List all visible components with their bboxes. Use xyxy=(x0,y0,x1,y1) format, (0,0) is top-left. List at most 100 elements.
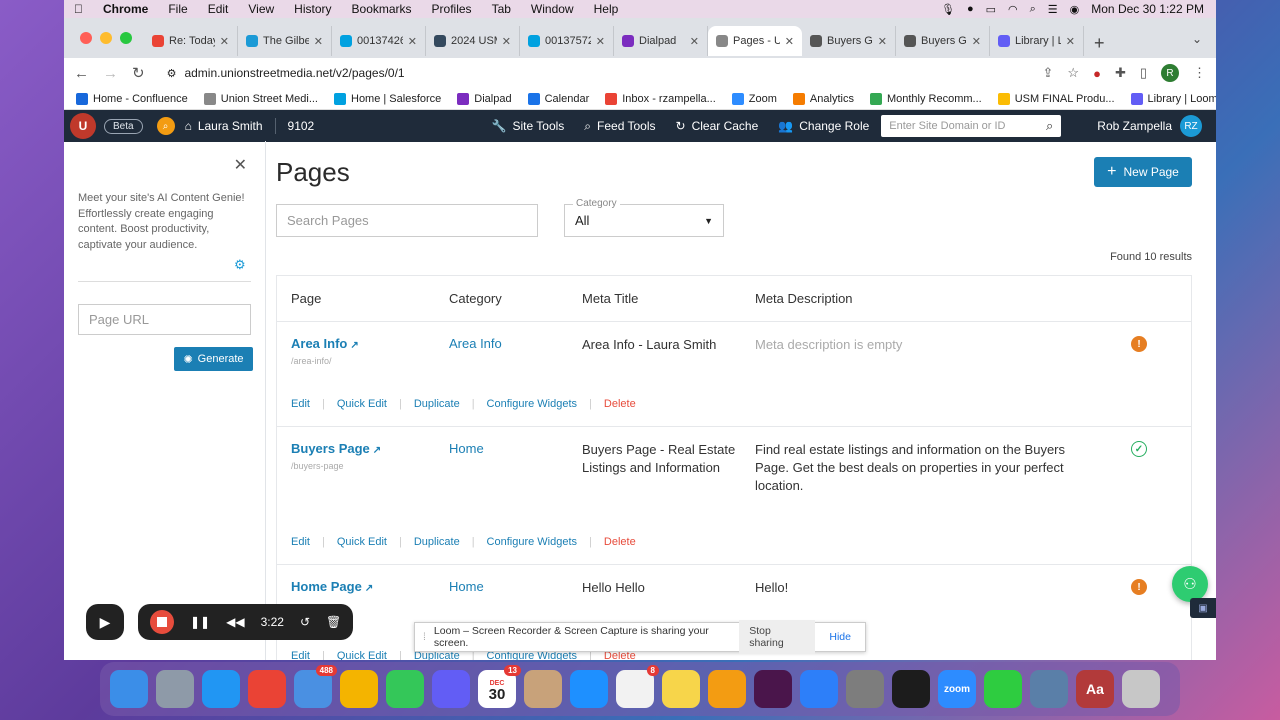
close-tab-icon[interactable]: ✕ xyxy=(220,35,229,48)
stop-sharing-button[interactable]: Stop sharing xyxy=(739,620,816,654)
menu-app-name[interactable]: Chrome xyxy=(93,2,158,16)
column-category[interactable]: Category xyxy=(449,291,582,306)
browser-tab[interactable]: Dialpad ✕ xyxy=(614,26,708,56)
bookmark-star-icon[interactable]: ☆ xyxy=(1067,65,1079,81)
menu-help[interactable]: Help xyxy=(584,2,629,16)
configure-widgets-link[interactable]: Configure Widgets xyxy=(475,398,590,410)
menu-profiles[interactable]: Profiles xyxy=(422,2,482,16)
bookmark-item[interactable]: Home - Confluence xyxy=(76,92,188,105)
page-name-link[interactable]: Area Info ↗ xyxy=(291,336,449,351)
menu-window[interactable]: Window xyxy=(521,2,584,16)
category-link[interactable]: Home xyxy=(449,441,484,456)
preview-icon[interactable] xyxy=(1030,670,1068,708)
ai-search-icon[interactable]: ⌕ xyxy=(156,117,175,135)
menubar-clock[interactable]: Mon Dec 30 1:22 PM xyxy=(1091,2,1204,16)
photos-icon[interactable] xyxy=(340,670,378,708)
delete-link[interactable]: Delete xyxy=(592,398,648,410)
duplicate-link[interactable]: Duplicate xyxy=(402,398,472,410)
forward-icon[interactable]: → xyxy=(103,65,118,82)
loom-icon[interactable] xyxy=(432,670,470,708)
external-link-icon[interactable]: ↗ xyxy=(373,445,381,456)
contacts-icon[interactable] xyxy=(524,670,562,708)
bookmark-item[interactable]: Union Street Medi... xyxy=(203,92,318,105)
control-center-icon[interactable]: ☰ xyxy=(1048,3,1058,16)
browser-tab[interactable]: 00137572 ✕ xyxy=(520,26,614,56)
slack-icon[interactable] xyxy=(754,670,792,708)
camera-icon[interactable]: ▶ xyxy=(86,604,124,640)
pages-icon[interactable] xyxy=(708,670,746,708)
pause-icon[interactable]: ❚❚ xyxy=(190,615,210,629)
bookmark-item[interactable]: Inbox - rzampella... xyxy=(605,92,716,105)
category-link[interactable]: Home xyxy=(449,579,484,594)
reminders-icon[interactable]: 8 xyxy=(616,665,659,708)
spotlight-search-icon[interactable]: ⌕ xyxy=(1030,3,1036,16)
restart-icon[interactable]: ↺ xyxy=(300,615,310,629)
trash-icon[interactable]: 🗑 xyxy=(326,615,341,629)
browser-tab[interactable]: 2024 USM ✕ xyxy=(426,26,520,56)
page-url-input[interactable]: Page URL xyxy=(78,304,251,335)
new-page-button[interactable]: + New Page xyxy=(1094,157,1192,187)
edit-link[interactable]: Edit xyxy=(291,398,322,410)
close-tab-icon[interactable]: ✕ xyxy=(972,35,981,48)
stop-recording-button[interactable] xyxy=(150,610,174,634)
menu-history[interactable]: History xyxy=(284,2,341,16)
menu-view[interactable]: View xyxy=(238,2,284,16)
share-icon[interactable]: ⇪ xyxy=(1043,65,1054,81)
category-link[interactable]: Area Info xyxy=(449,336,502,351)
bookmark-item[interactable]: Library | Loom xyxy=(1130,92,1216,105)
site-info-icon[interactable]: ⚙ xyxy=(167,67,177,80)
quick-edit-link[interactable]: Quick Edit xyxy=(325,398,399,410)
search-icon[interactable]: ⌕ xyxy=(1046,118,1053,134)
close-window-button[interactable] xyxy=(80,32,92,44)
zoom-icon[interactable]: zoom xyxy=(938,670,976,708)
browser-tab[interactable]: Re: Today ✕ xyxy=(144,26,238,56)
safari-icon[interactable] xyxy=(202,670,240,708)
close-tab-icon[interactable]: ✕ xyxy=(596,35,605,48)
quick-edit-link[interactable]: Quick Edit xyxy=(325,536,399,548)
menu-file[interactable]: File xyxy=(158,2,197,16)
generate-button[interactable]: ✺ Generate xyxy=(174,347,253,371)
extension-icon[interactable]: ● xyxy=(1093,66,1101,81)
page-name-link[interactable]: Buyers Page ↗ xyxy=(291,441,449,456)
quicktime-icon[interactable] xyxy=(892,670,930,708)
rewind-icon[interactable]: ◀◀ xyxy=(226,615,244,629)
browser-tab[interactable]: Buyers G ✕ xyxy=(896,26,990,56)
close-tab-icon[interactable]: ✕ xyxy=(1066,35,1075,48)
mail-icon[interactable]: 488 xyxy=(294,665,337,708)
quick-edit-link[interactable]: Quick Edit xyxy=(325,650,399,660)
bookmark-item[interactable]: Home | Salesforce xyxy=(334,92,441,105)
tab-search-icon[interactable]: ⌄ xyxy=(1192,32,1202,46)
menu-edit[interactable]: Edit xyxy=(198,2,239,16)
system-preferences-icon[interactable] xyxy=(846,670,884,708)
help-widget-button[interactable]: ⚇ xyxy=(1172,566,1208,602)
calendar-icon[interactable]: DEC 30 13 xyxy=(478,665,521,708)
drag-handle-icon[interactable]: ⁞ xyxy=(423,631,426,643)
close-tab-icon[interactable]: ✕ xyxy=(690,35,699,48)
page-name-link[interactable]: Home Page ↗ xyxy=(291,579,449,594)
finder-icon[interactable] xyxy=(110,670,148,708)
apple-menu-icon[interactable]:  xyxy=(64,2,93,16)
search-pages-input[interactable]: Search Pages xyxy=(276,204,538,237)
close-icon[interactable]: ✕ xyxy=(234,155,247,175)
site-domain-search-input[interactable]: Enter Site Domain or ID ⌕ xyxy=(881,115,1062,137)
trash-icon[interactable] xyxy=(1122,670,1160,708)
address-bar[interactable]: ⚙ admin.unionstreetmedia.net/v2/pages/0/… xyxy=(159,60,1029,86)
browser-tab[interactable]: Pages - U ✕ xyxy=(708,26,802,56)
external-link-icon[interactable]: ↗ xyxy=(350,340,358,351)
launchpad-icon[interactable] xyxy=(156,670,194,708)
profile-avatar[interactable]: R xyxy=(1161,64,1179,82)
facetime-icon[interactable] xyxy=(386,670,424,708)
configure-widgets-link[interactable]: Configure Widgets xyxy=(475,536,590,548)
siri-icon[interactable]: ◉ xyxy=(1070,3,1080,16)
bookmark-item[interactable]: Calendar xyxy=(527,92,589,105)
close-tab-icon[interactable]: ✕ xyxy=(408,35,417,48)
edit-link[interactable]: Edit xyxy=(291,650,322,660)
numbers-icon[interactable] xyxy=(984,670,1022,708)
bookmark-item[interactable]: Zoom xyxy=(731,92,777,105)
browser-tab[interactable]: Buyers G ✕ xyxy=(802,26,896,56)
external-link-icon[interactable]: ↗ xyxy=(365,583,373,594)
account-name[interactable]: ⌂ Laura Smith xyxy=(185,119,263,133)
chrome-menu-icon[interactable]: ⋮ xyxy=(1193,65,1206,81)
zoom-window-button[interactable] xyxy=(120,32,132,44)
close-tab-icon[interactable]: ✕ xyxy=(502,35,511,48)
